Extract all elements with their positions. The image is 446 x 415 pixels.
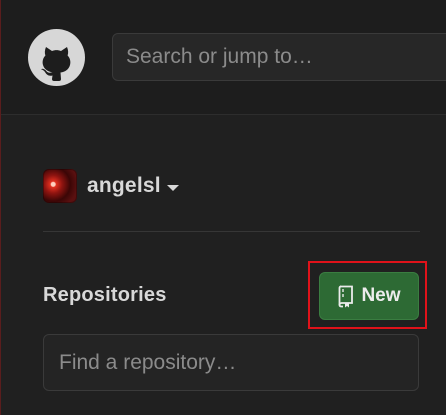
repo-book-icon xyxy=(339,285,354,308)
search-input[interactable]: Search or jump to… xyxy=(112,33,446,81)
user-section-divider xyxy=(43,231,420,232)
new-button-label: New xyxy=(361,285,401,306)
github-logo-icon[interactable] xyxy=(28,29,85,86)
new-repository-button[interactable]: New xyxy=(319,272,419,320)
github-dashboard-sidebar: Search or jump to… angelsl Repositories … xyxy=(0,0,446,415)
user-avatar xyxy=(43,169,77,203)
username-label: angelsl xyxy=(87,174,161,197)
header-divider xyxy=(1,114,446,115)
find-repository-input[interactable]: Find a repository… xyxy=(43,334,419,391)
caret-down-icon xyxy=(166,184,179,191)
top-header: Search or jump to… xyxy=(1,0,446,114)
account-switcher[interactable]: angelsl xyxy=(43,168,179,204)
repositories-heading: Repositories xyxy=(43,284,167,306)
